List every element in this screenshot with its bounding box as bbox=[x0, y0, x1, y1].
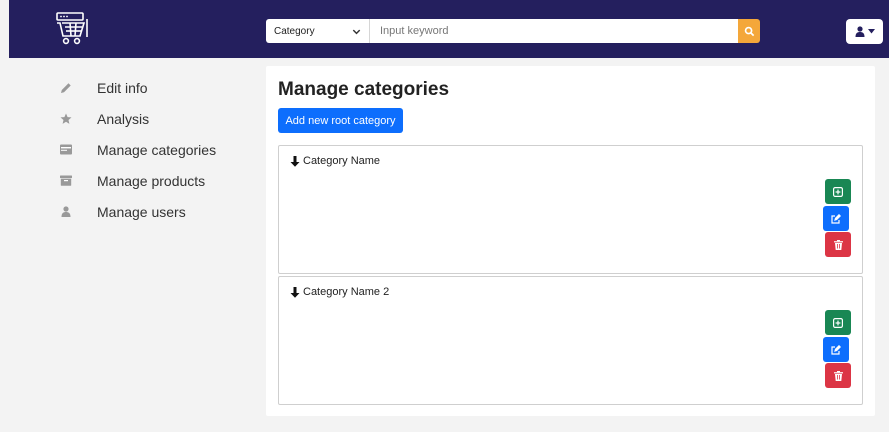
sidebar-item-manage-products[interactable]: Manage products bbox=[60, 165, 260, 196]
delete-category-button[interactable] bbox=[825, 232, 851, 257]
sidebar-item-label: Manage categories bbox=[97, 141, 217, 158]
search-button[interactable] bbox=[738, 19, 760, 43]
user-icon bbox=[60, 206, 72, 218]
pencil-icon bbox=[60, 82, 72, 94]
category-select-value: Category bbox=[274, 25, 315, 37]
archive-icon bbox=[60, 175, 72, 187]
edit-icon bbox=[831, 213, 841, 224]
user-icon bbox=[855, 26, 864, 37]
trash-icon bbox=[833, 370, 843, 381]
cart-logo-icon[interactable] bbox=[54, 11, 90, 47]
category-toggle[interactable]: Category Name bbox=[290, 155, 380, 167]
main-panel: Manage categories Add new root category … bbox=[266, 66, 875, 416]
plus-square-icon bbox=[833, 317, 843, 328]
category-name: Category Name bbox=[303, 155, 381, 167]
search-icon bbox=[744, 26, 754, 36]
category-toggle[interactable]: Category Name 2 bbox=[290, 286, 389, 298]
plus-square-icon bbox=[833, 186, 843, 197]
sidebar: Edit info Analysis Manage categories Man… bbox=[60, 72, 260, 227]
caret-down-icon bbox=[867, 29, 875, 34]
category-select[interactable]: Category bbox=[266, 19, 370, 43]
sidebar-item-edit-info[interactable]: Edit info bbox=[60, 72, 260, 103]
page-title: Manage categories bbox=[278, 79, 450, 100]
sidebar-item-analysis[interactable]: Analysis bbox=[60, 103, 260, 134]
add-root-category-button[interactable]: Add new root category bbox=[278, 108, 403, 133]
sidebar-item-label: Edit info bbox=[97, 79, 148, 96]
sidebar-item-manage-users[interactable]: Manage users bbox=[60, 196, 260, 227]
card-icon bbox=[60, 144, 72, 156]
category-name: Category Name 2 bbox=[303, 286, 390, 298]
user-menu-button[interactable] bbox=[846, 19, 883, 44]
sidebar-item-label: Manage products bbox=[97, 172, 206, 189]
search-bar: Category bbox=[266, 19, 760, 43]
delete-category-button[interactable] bbox=[825, 363, 851, 388]
edit-icon bbox=[831, 344, 841, 355]
keyword-input[interactable] bbox=[370, 19, 738, 43]
add-subcategory-button[interactable] bbox=[825, 310, 851, 335]
category-card: Category Name bbox=[278, 145, 863, 274]
sidebar-item-label: Manage users bbox=[97, 203, 186, 220]
sidebar-item-manage-categories[interactable]: Manage categories bbox=[60, 134, 260, 165]
edit-category-button[interactable] bbox=[823, 206, 849, 231]
arrow-down-icon bbox=[290, 286, 300, 298]
star-icon bbox=[60, 113, 72, 125]
arrow-down-icon bbox=[290, 155, 300, 167]
add-subcategory-button[interactable] bbox=[825, 179, 851, 204]
category-card: Category Name 2 bbox=[278, 276, 863, 405]
top-navbar: Category bbox=[9, 0, 889, 58]
edit-category-button[interactable] bbox=[823, 337, 849, 362]
trash-icon bbox=[833, 239, 843, 250]
chevron-down-icon bbox=[352, 29, 361, 34]
sidebar-item-label: Analysis bbox=[97, 110, 150, 127]
